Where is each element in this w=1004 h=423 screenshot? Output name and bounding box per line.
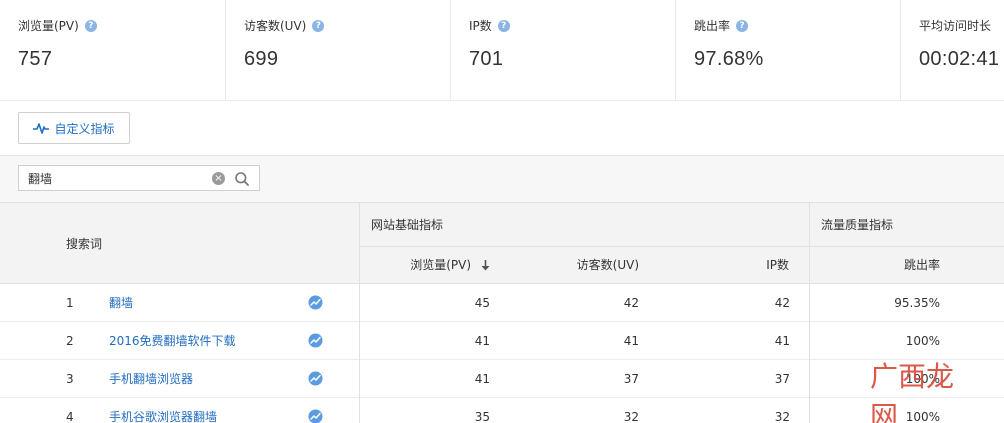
cell-pv: 41	[474, 334, 490, 348]
cell-pv: 35	[474, 410, 490, 423]
metric-pv-label-text: 浏览量(PV)	[18, 19, 79, 33]
cell-bounce: 95.35%	[894, 296, 940, 310]
cell-pv: 41	[474, 372, 490, 386]
header-keyword-text: 搜索词	[66, 237, 103, 251]
metric-uv-value: 699	[244, 48, 279, 70]
metric-ip-label-text: IP数	[469, 19, 492, 33]
metric-bounce-label: 跳出率?	[694, 17, 749, 34]
keyword-link[interactable]: 2016免费翻墙软件下载	[109, 322, 236, 360]
header-keyword: 搜索词	[0, 203, 360, 284]
header-ip[interactable]: IP数	[650, 247, 810, 284]
header-uv[interactable]: 访客数(UV)	[510, 247, 650, 284]
clear-icon[interactable]: ×	[212, 172, 225, 185]
cell-uv: 32	[623, 410, 639, 423]
cell-uv: 37	[623, 372, 639, 386]
row-index: 1	[66, 296, 74, 310]
trend-icon[interactable]	[308, 371, 323, 387]
help-icon[interactable]: ?	[736, 19, 749, 32]
custom-metric-label: 自定义指标	[54, 121, 115, 136]
cell-ip: 41	[774, 334, 790, 348]
table-body: 1 翻墙 45 42 42 95.35% 2 2016免费翻墙软件下载 41 4…	[0, 284, 1004, 423]
trend-icon[interactable]	[308, 333, 323, 349]
header-pv-text: 浏览量(PV)	[410, 258, 471, 272]
help-icon[interactable]: ?	[312, 19, 325, 32]
metric-uv-label-text: 访客数(UV)	[244, 19, 307, 33]
metric-bounce: 跳出率? 97.68%	[675, 0, 900, 100]
search-input[interactable]	[19, 166, 207, 190]
metric-avg-duration: 平均访问时长 00:02:41	[900, 0, 1004, 100]
metric-uv-label: 访客数(UV)?	[244, 17, 325, 34]
metric-ip-value: 701	[469, 48, 504, 70]
keyword-link[interactable]: 翻墙	[109, 284, 133, 322]
cell-ip: 42	[774, 296, 790, 310]
cell-uv: 41	[623, 334, 639, 348]
header-group-quality-text: 流量质量指标	[821, 218, 894, 232]
metric-bounce-label-text: 跳出率	[694, 19, 731, 33]
header-bounce[interactable]: 跳出率	[810, 247, 1004, 284]
custom-metric-button[interactable]: 自定义指标	[18, 112, 130, 144]
search-box: ×	[18, 165, 260, 191]
table-row: 1 翻墙 45 42 42 95.35%	[0, 284, 1004, 322]
table-row: 4 手机谷歌浏览器翻墙 35 32 32 100%	[0, 398, 1004, 423]
metric-pv-value: 757	[18, 48, 53, 70]
metric-pv: 浏览量(PV)? 757	[0, 0, 225, 100]
help-icon[interactable]: ?	[84, 19, 97, 32]
table-row: 2 2016免费翻墙软件下载 41 41 41 100%	[0, 322, 1004, 360]
metric-avg-duration-value: 00:02:41	[919, 48, 1000, 70]
metric-avg-duration-label-text: 平均访问时长	[919, 19, 992, 33]
divider	[0, 100, 1004, 101]
metrics-strip: 浏览量(PV)? 757 访客数(UV)? 699 IP数? 701 跳出率? …	[0, 0, 1004, 100]
sort-down-icon[interactable]	[481, 260, 490, 271]
row-index: 2	[66, 334, 74, 348]
metric-uv: 访客数(UV)? 699	[225, 0, 450, 100]
metric-ip-label: IP数?	[469, 17, 510, 34]
cell-ip: 37	[774, 372, 790, 386]
table-row: 3 手机翻墙浏览器 41 37 37 100%	[0, 360, 1004, 398]
keyword-link[interactable]: 手机谷歌浏览器翻墙	[109, 398, 217, 423]
cell-uv: 42	[623, 296, 639, 310]
header-group-quality: 流量质量指标	[810, 203, 1004, 247]
trend-icon[interactable]	[308, 295, 323, 311]
search-icon[interactable]	[234, 171, 250, 187]
metric-avg-duration-label: 平均访问时长	[919, 17, 991, 34]
row-index: 3	[66, 372, 74, 386]
help-icon[interactable]: ?	[497, 19, 510, 32]
header-group-site-text: 网站基础指标	[371, 218, 444, 232]
cell-pv: 45	[474, 296, 490, 310]
trend-icon[interactable]	[308, 409, 323, 423]
metric-ip: IP数? 701	[450, 0, 675, 100]
pulse-icon	[33, 123, 50, 134]
keyword-table: 搜索词 网站基础指标 流量质量指标 浏览量(PV) 访客数(UV) IP数 跳出…	[0, 202, 1004, 423]
header-pv-sortable[interactable]: 浏览量(PV)	[360, 247, 510, 284]
metric-bounce-value: 97.68%	[694, 48, 764, 70]
cell-ip: 32	[774, 410, 790, 423]
table-header: 搜索词 网站基础指标 流量质量指标 浏览量(PV) 访客数(UV) IP数 跳出…	[0, 202, 1004, 284]
watermark-logo: 广西龙网	[870, 360, 955, 423]
keyword-link[interactable]: 手机翻墙浏览器	[109, 360, 193, 398]
row-index: 4	[66, 410, 74, 423]
header-group-site: 网站基础指标	[360, 203, 810, 247]
metric-pv-label: 浏览量(PV)?	[18, 17, 97, 34]
